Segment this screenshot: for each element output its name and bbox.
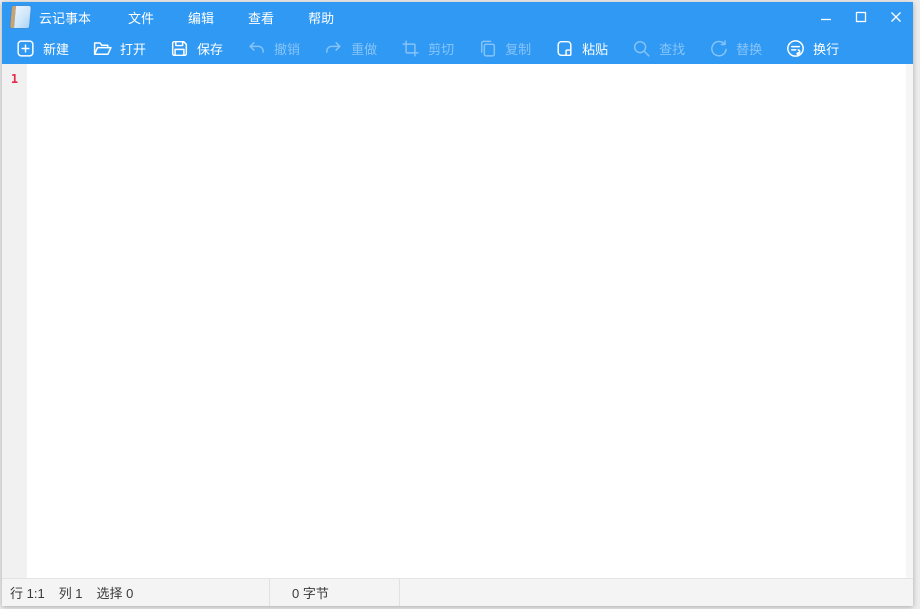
minimize-button[interactable] — [808, 2, 843, 32]
redo-button[interactable]: 重做 — [323, 38, 377, 59]
menu-help[interactable]: 帮助 — [291, 1, 351, 34]
open-folder-icon — [92, 38, 113, 59]
undo-button-label: 撤销 — [274, 39, 300, 58]
replace-icon — [708, 38, 729, 59]
copy-icon — [477, 38, 498, 59]
new-file-icon — [15, 38, 36, 59]
app-window: 云记事本 文件 编辑 查看 帮助 新建 — [2, 2, 913, 606]
status-bytes: 0 字节 — [292, 583, 329, 602]
copy-button-label: 复制 — [505, 39, 531, 58]
line-number: 1 — [2, 70, 27, 88]
line-number-gutter: 1 — [2, 64, 27, 578]
close-button[interactable] — [878, 2, 913, 32]
minimize-icon — [820, 11, 832, 23]
undo-icon — [246, 38, 267, 59]
window-controls — [808, 2, 913, 32]
find-button[interactable]: 查找 — [631, 38, 685, 59]
save-button-label: 保存 — [197, 39, 223, 58]
statusbar: 行 1:1 列 1 选择 0 0 字节 — [2, 578, 913, 606]
wrap-button[interactable]: 换行 — [785, 38, 839, 59]
redo-button-label: 重做 — [351, 39, 377, 58]
statusbar-bytes-section: 0 字节 — [270, 579, 400, 606]
menu-view[interactable]: 查看 — [231, 1, 291, 34]
redo-icon — [323, 38, 344, 59]
cut-button-label: 剪切 — [428, 39, 454, 58]
toolbar: 新建 打开 保存 撤销 — [2, 32, 913, 64]
menu-edit[interactable]: 编辑 — [171, 1, 231, 34]
status-line: 行 1:1 — [10, 583, 45, 602]
paste-button-label: 粘贴 — [582, 39, 608, 58]
close-icon — [890, 11, 902, 23]
menubar: 文件 编辑 查看 帮助 — [111, 1, 351, 34]
copy-button[interactable]: 复制 — [477, 38, 531, 59]
maximize-button[interactable] — [843, 2, 878, 32]
titlebar: 云记事本 文件 编辑 查看 帮助 — [2, 2, 913, 32]
undo-button[interactable]: 撤销 — [246, 38, 300, 59]
find-button-label: 查找 — [659, 39, 685, 58]
editor-region: 1 — [2, 64, 913, 578]
wrap-icon — [785, 38, 806, 59]
paste-icon — [554, 38, 575, 59]
cut-button[interactable]: 剪切 — [400, 38, 454, 59]
notepad-app-icon — [10, 6, 31, 28]
find-icon — [631, 38, 652, 59]
statusbar-empty-section — [400, 579, 913, 606]
app-title: 云记事本 — [39, 8, 91, 27]
replace-button[interactable]: 替换 — [708, 38, 762, 59]
open-button[interactable]: 打开 — [92, 38, 146, 59]
open-button-label: 打开 — [120, 39, 146, 58]
cut-icon — [400, 38, 421, 59]
status-selection: 选择 0 — [97, 583, 134, 602]
new-button-label: 新建 — [43, 39, 69, 58]
status-column: 列 1 — [59, 583, 83, 602]
text-editor-input[interactable] — [27, 64, 906, 578]
menu-file[interactable]: 文件 — [111, 1, 171, 34]
save-button[interactable]: 保存 — [169, 38, 223, 59]
maximize-icon — [855, 11, 867, 23]
paste-button[interactable]: 粘贴 — [554, 38, 608, 59]
save-icon — [169, 38, 190, 59]
wrap-button-label: 换行 — [813, 39, 839, 58]
statusbar-caret-section: 行 1:1 列 1 选择 0 — [2, 579, 270, 606]
new-button[interactable]: 新建 — [15, 38, 69, 59]
replace-button-label: 替换 — [736, 39, 762, 58]
vertical-scrollbar[interactable] — [906, 64, 913, 578]
